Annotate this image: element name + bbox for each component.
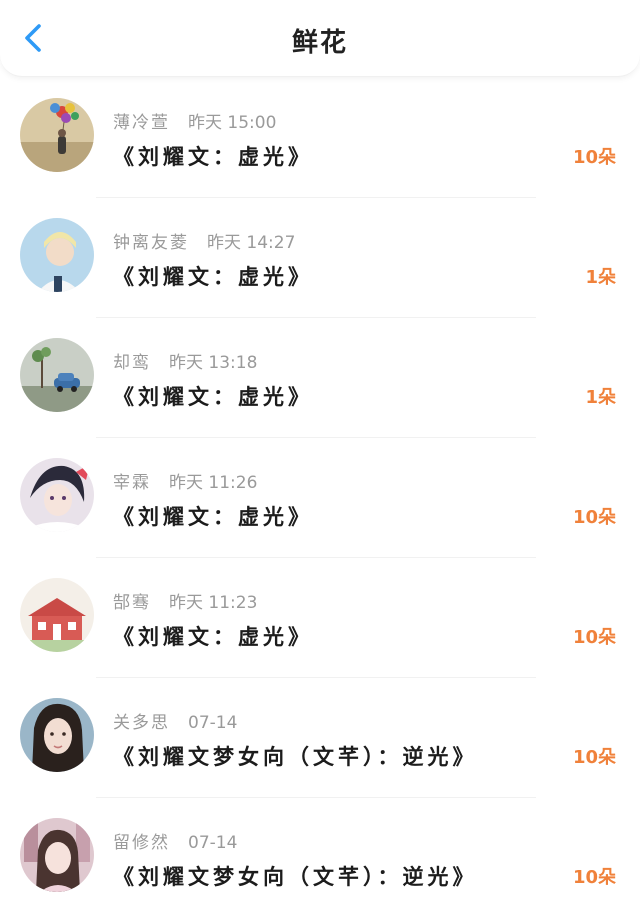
list-item[interactable]: 关多思 07-14 《刘耀文梦女向（文芊）：逆光》 10朵 xyxy=(0,678,640,798)
book-title[interactable]: 《刘耀文：虚光》 xyxy=(113,261,313,291)
meta-line: 薄冷萱 昨天 15:00 xyxy=(113,108,276,133)
nav-bar: 鲜花 xyxy=(0,0,640,77)
username[interactable]: 宰霖 xyxy=(113,473,151,493)
flower-list: 薄冷萱 昨天 15:00 《刘耀文：虚光》 10朵 钟离友菱 昨天 14:27 《刘… xyxy=(0,78,640,910)
list-item[interactable]: 薄冷萱 昨天 15:00 《刘耀文：虚光》 10朵 xyxy=(0,78,640,198)
list-item[interactable]: 却鸾 昨天 13:18 《刘耀文：虚光》 1朵 xyxy=(0,318,640,438)
book-title[interactable]: 《刘耀文梦女向（文芊）：逆光》 xyxy=(113,861,478,891)
flower-count: 1朵 xyxy=(585,267,616,288)
list-item[interactable]: 钟离友菱 昨天 14:27 《刘耀文：虚光》 1朵 xyxy=(0,198,640,318)
book-title[interactable]: 《刘耀文梦女向（文芊）：逆光》 xyxy=(113,741,478,771)
avatar[interactable] xyxy=(20,458,94,532)
flower-count: 10朵 xyxy=(572,147,616,168)
flowers-screen: 鲜花 薄冷萱 昨天 15:00 《刘耀文：虚光》 10朵 钟离友菱 昨天 14:… xyxy=(0,0,640,910)
flower-count: 1朵 xyxy=(585,387,616,408)
book-title[interactable]: 《刘耀文：虚光》 xyxy=(113,501,313,531)
avatar-red-house-image xyxy=(20,578,94,652)
timestamp: 07-14 xyxy=(188,713,238,733)
username[interactable]: 郜骞 xyxy=(113,593,151,613)
avatar[interactable] xyxy=(20,698,94,772)
username[interactable]: 却鸾 xyxy=(113,353,151,373)
meta-line: 却鸾 昨天 13:18 xyxy=(113,348,257,373)
avatar[interactable] xyxy=(20,338,94,412)
meta-line: 钟离友菱 昨天 14:27 xyxy=(113,228,295,253)
flower-count: 10朵 xyxy=(572,507,616,528)
list-item[interactable]: 郜骞 昨天 11:23 《刘耀文：虚光》 10朵 xyxy=(0,558,640,678)
meta-line: 郜骞 昨天 11:23 xyxy=(113,588,257,613)
list-item[interactable]: 宰霖 昨天 11:26 《刘耀文：虚光》 10朵 xyxy=(0,438,640,558)
flower-count: 10朵 xyxy=(572,627,616,648)
avatar-woman-image xyxy=(20,698,94,772)
flower-count: 10朵 xyxy=(572,867,616,888)
meta-line: 宰霖 昨天 11:26 xyxy=(113,468,257,493)
book-title[interactable]: 《刘耀文：虚光》 xyxy=(113,381,313,411)
avatar[interactable] xyxy=(20,218,94,292)
avatar[interactable] xyxy=(20,98,94,172)
avatar-portrait-image xyxy=(20,218,94,292)
list-item[interactable]: 留修然 07-14 《刘耀文梦女向（文芊）：逆光》 10朵 xyxy=(0,798,640,910)
avatar-balloons-image xyxy=(20,98,94,172)
timestamp: 昨天 11:23 xyxy=(169,593,258,613)
timestamp: 昨天 15:00 xyxy=(188,113,277,133)
book-title[interactable]: 《刘耀文：虚光》 xyxy=(113,621,313,651)
username[interactable]: 关多思 xyxy=(113,713,170,733)
timestamp: 07-14 xyxy=(188,833,238,853)
avatar[interactable] xyxy=(20,578,94,652)
username[interactable]: 薄冷萱 xyxy=(113,113,170,133)
timestamp: 昨天 14:27 xyxy=(207,233,296,253)
avatar-anime-image xyxy=(20,458,94,532)
timestamp: 昨天 11:26 xyxy=(169,473,258,493)
timestamp: 昨天 13:18 xyxy=(169,353,258,373)
meta-line: 留修然 07-14 xyxy=(113,828,237,853)
avatar-girl-image xyxy=(20,818,94,892)
flower-count: 10朵 xyxy=(572,747,616,768)
avatar[interactable] xyxy=(20,818,94,892)
book-title[interactable]: 《刘耀文：虚光》 xyxy=(113,141,313,171)
username[interactable]: 钟离友菱 xyxy=(113,233,189,253)
meta-line: 关多思 07-14 xyxy=(113,708,237,733)
page-title: 鲜花 xyxy=(291,28,348,58)
avatar-car-tree-image xyxy=(20,338,94,412)
username[interactable]: 留修然 xyxy=(113,833,170,853)
